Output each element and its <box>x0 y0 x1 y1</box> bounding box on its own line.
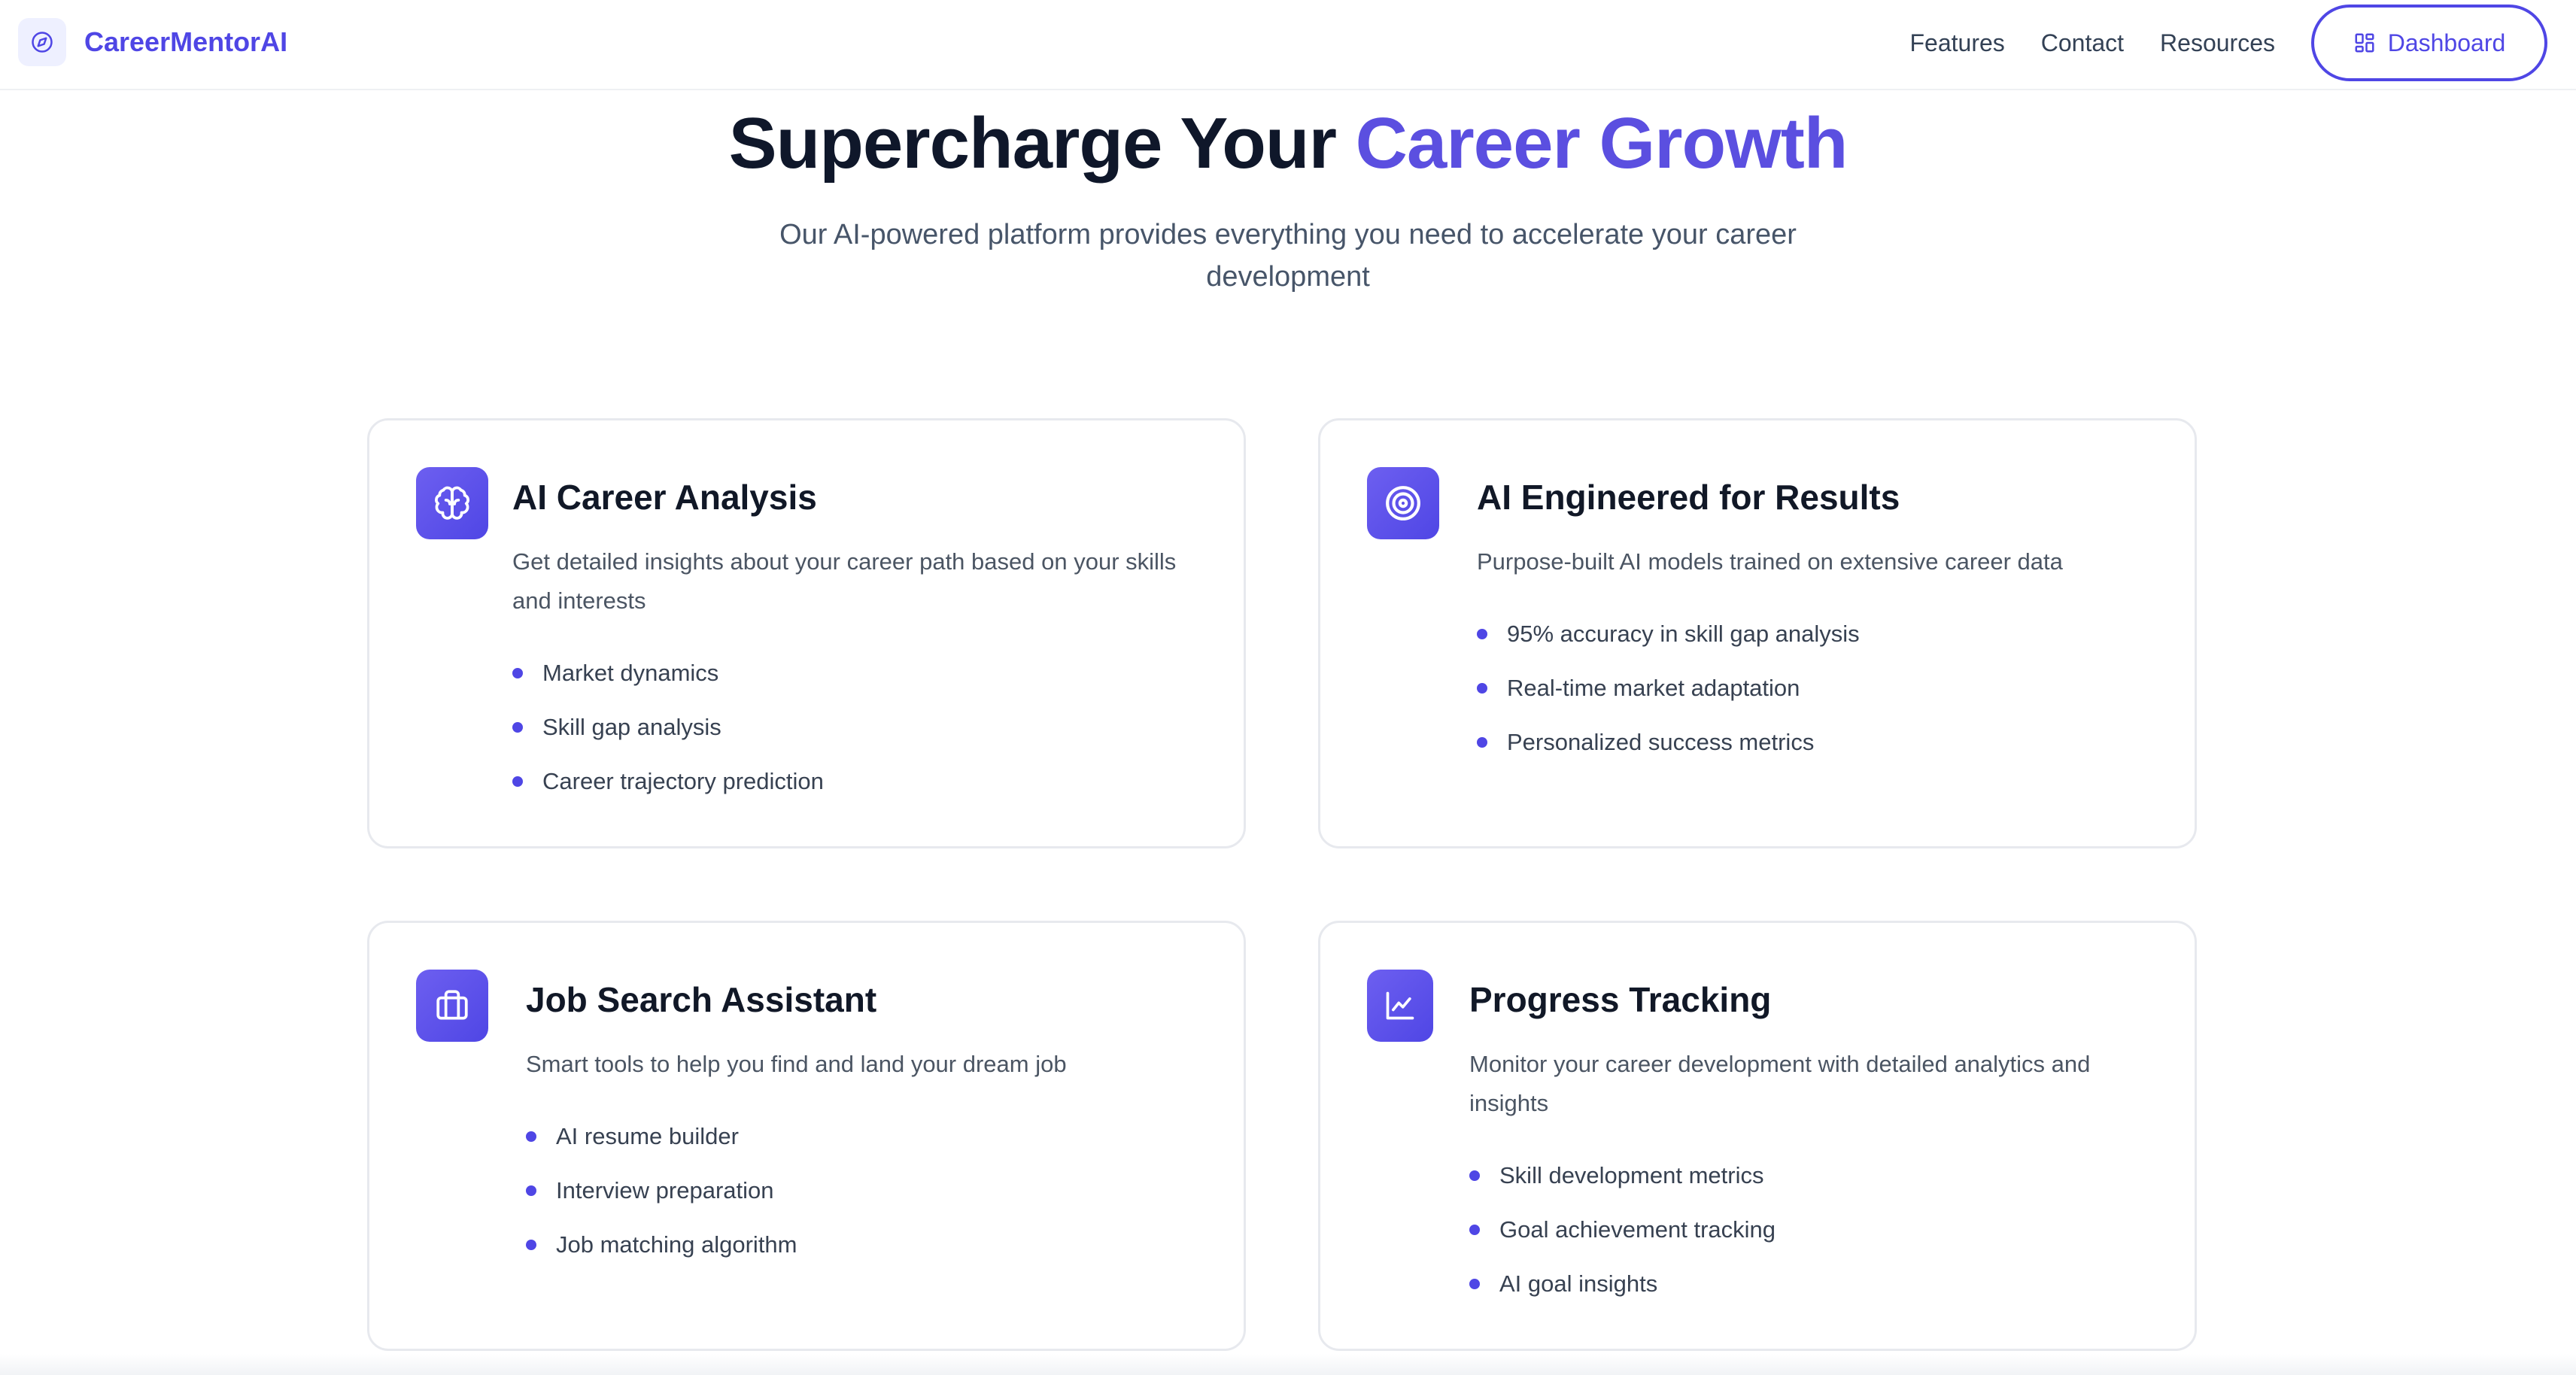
list-item-text: AI goal insights <box>1499 1270 1658 1297</box>
page-bottom-shadow <box>0 1354 2576 1375</box>
list-item: Job matching algorithm <box>526 1218 797 1272</box>
target-icon <box>1367 467 1439 539</box>
card-description: Monitor your career development with det… <box>1469 1051 2091 1116</box>
list-item: AI goal insights <box>1469 1257 1776 1311</box>
dashboard-grid-icon <box>2355 33 2374 53</box>
hero-title-plain: Supercharge Your <box>728 103 1356 184</box>
list-item: 95% accuracy in skill gap analysis <box>1477 607 1860 661</box>
brain-icon <box>416 467 488 539</box>
list-item: Goal achievement tracking <box>1469 1203 1776 1257</box>
dashboard-button[interactable]: Dashboard <box>2311 5 2547 81</box>
list-item-text: Job matching algorithm <box>556 1231 797 1258</box>
card-description: Get detailed insights about your career … <box>512 548 1177 614</box>
card-feature-list: Skill development metrics Goal achieveme… <box>1469 1149 1776 1311</box>
list-item: Interview preparation <box>526 1164 797 1218</box>
bullet-dot <box>512 776 523 787</box>
bullet-dot <box>1469 1170 1480 1181</box>
card-title: Progress Tracking <box>1469 980 1772 1019</box>
bullet-dot <box>526 1185 536 1196</box>
card-title: AI Engineered for Results <box>1477 478 1900 517</box>
list-item-text: AI resume builder <box>556 1123 739 1149</box>
card-title: AI Career Analysis <box>512 478 817 517</box>
brand-name: CareerMentorAI <box>84 26 288 57</box>
nav-link-resources[interactable]: Resources <box>2160 29 2275 57</box>
list-item: Skill development metrics <box>1469 1149 1776 1203</box>
feature-card-progress-tracking: Progress Tracking Monitor your career de… <box>1318 921 2197 1351</box>
line-chart-icon <box>1367 970 1433 1042</box>
list-item: AI resume builder <box>526 1109 797 1164</box>
hero-title: Supercharge Your Career Growth <box>0 95 2576 193</box>
nav-link-features[interactable]: Features <box>1909 29 2004 57</box>
bullet-dot <box>1477 683 1487 694</box>
bullet-dot <box>526 1240 536 1250</box>
list-item-text: Personalized success metrics <box>1507 729 1815 755</box>
hero-title-accent: Career Growth <box>1355 103 1848 184</box>
bullet-dot <box>512 722 523 733</box>
briefcase-icon <box>416 970 488 1042</box>
card-feature-list: Market dynamics Skill gap analysis Caree… <box>512 646 824 809</box>
dashboard-button-label: Dashboard <box>2387 29 2506 56</box>
feature-card-ai-engineered-results: AI Engineered for Results Purpose-built … <box>1318 418 2197 848</box>
card-description: Smart tools to help you find and land yo… <box>526 1051 1067 1077</box>
list-item: Skill gap analysis <box>512 700 824 754</box>
card-description: Purpose-built AI models trained on exten… <box>1477 548 2063 575</box>
nav-links: Features Contact Resources Dashboard <box>1909 3 2547 83</box>
list-item: Real-time market adaptation <box>1477 661 1860 715</box>
bullet-dot <box>1469 1279 1480 1289</box>
list-item-text: 95% accuracy in skill gap analysis <box>1507 621 1860 647</box>
list-item-text: Interview preparation <box>556 1177 774 1204</box>
list-item: Personalized success metrics <box>1477 715 1860 769</box>
bullet-dot <box>512 668 523 678</box>
nav-link-contact[interactable]: Contact <box>2041 29 2124 57</box>
feature-card-job-search-assistant: Job Search Assistant Smart tools to help… <box>367 921 1246 1351</box>
compass-icon <box>18 18 66 66</box>
feature-card-ai-career-analysis: AI Career Analysis Get detailed insights… <box>367 418 1246 848</box>
bullet-dot <box>526 1131 536 1142</box>
bullet-dot <box>1469 1225 1480 1235</box>
card-feature-list: AI resume builder Interview preparation … <box>526 1109 797 1272</box>
list-item-text: Real-time market adaptation <box>1507 675 1800 701</box>
top-navbar: CareerMentorAI Features Contact Resource… <box>0 0 2576 90</box>
card-feature-list: 95% accuracy in skill gap analysis Real-… <box>1477 607 1860 769</box>
brand-logo-link[interactable]: CareerMentorAI <box>18 18 287 66</box>
list-item-text: Goal achievement tracking <box>1499 1216 1776 1243</box>
list-item: Market dynamics <box>512 646 824 700</box>
bullet-dot <box>1477 737 1487 748</box>
list-item-text: Skill gap analysis <box>542 714 721 740</box>
list-item-text: Skill development metrics <box>1499 1162 1764 1188</box>
hero-subtitle: Our AI-powered platform provides everyth… <box>779 219 1797 293</box>
bullet-dot <box>1477 629 1487 639</box>
list-item-text: Market dynamics <box>542 660 719 686</box>
list-item: Career trajectory prediction <box>512 754 824 809</box>
list-item-text: Career trajectory prediction <box>542 768 824 794</box>
card-title: Job Search Assistant <box>526 980 877 1019</box>
